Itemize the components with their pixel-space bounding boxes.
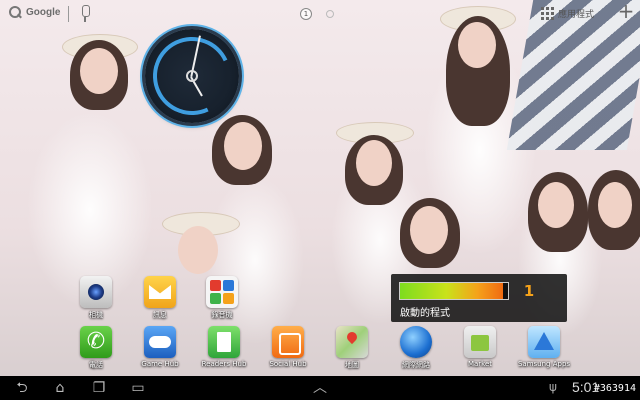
social-hub-icon xyxy=(272,326,304,358)
task-usage-fill xyxy=(400,283,503,299)
active-app-count: 1 xyxy=(523,282,535,300)
app-messages[interactable]: 訊息 xyxy=(130,276,190,320)
usb-icon: ψ xyxy=(549,380,557,394)
recent-apps-icon[interactable]: ❐ xyxy=(90,380,108,396)
apps-label: 應用程式 xyxy=(558,9,595,20)
maps-icon xyxy=(336,326,368,358)
system-bar: ⮌ ⌂ ❐ ▭ ︿ ψ 5:01 xyxy=(0,376,640,400)
task-manager-widget[interactable]: 1 啟動的程式 xyxy=(391,274,567,322)
app-label: 相機 xyxy=(89,311,103,319)
app-label: Readers Hub xyxy=(201,360,247,368)
chevron-up-icon[interactable]: ︿ xyxy=(310,379,330,397)
active-apps-label: 啟動的程式 xyxy=(400,308,450,319)
face-decoration xyxy=(178,226,218,274)
app-label: 電話 xyxy=(89,361,103,369)
app-camera[interactable]: 相機 xyxy=(66,276,126,320)
app-label: 錄音機 xyxy=(211,311,233,319)
apps-button[interactable]: 應用程式 xyxy=(540,6,594,20)
app-label: 地圖 xyxy=(345,361,359,369)
search-divider xyxy=(68,6,69,22)
game-hub-icon xyxy=(144,326,176,358)
app-social-hub[interactable]: Social Hub xyxy=(258,326,318,368)
app-label: Market xyxy=(467,360,493,368)
app-phone[interactable]: 電話 xyxy=(66,326,126,370)
search-icon[interactable] xyxy=(8,5,22,19)
apps-grid-icon xyxy=(540,6,554,20)
face-decoration xyxy=(538,182,574,228)
app-samsung-apps[interactable]: Samsung Apps xyxy=(514,326,574,368)
face-decoration xyxy=(410,206,448,254)
page-indicator-dot[interactable] xyxy=(326,10,334,18)
readers-hub-icon xyxy=(208,326,240,358)
clock-center xyxy=(186,70,198,82)
google-label: Google xyxy=(26,6,61,18)
analog-clock-widget[interactable] xyxy=(142,26,242,126)
app-maps[interactable]: 地圖 xyxy=(322,326,382,370)
app-label: Social Hub xyxy=(269,360,307,368)
samsung-apps-icon xyxy=(528,326,560,358)
screenshot-icon[interactable]: ▭ xyxy=(128,380,148,396)
app-label: Game Hub xyxy=(141,360,179,368)
watermark: #363914 xyxy=(593,383,636,394)
camera-icon xyxy=(80,276,112,308)
recorder-icon xyxy=(206,276,238,308)
app-recorder[interactable]: 錄音機 xyxy=(192,276,252,320)
messages-icon xyxy=(144,276,176,308)
face-decoration xyxy=(224,122,262,170)
market-icon xyxy=(464,326,496,358)
app-browser[interactable]: 網際網路 xyxy=(386,326,446,370)
back-icon[interactable]: ⮌ xyxy=(14,380,30,396)
google-search-bar[interactable]: Google xyxy=(8,5,60,19)
face-decoration xyxy=(458,22,496,68)
app-label: 網際網路 xyxy=(402,361,430,369)
face-decoration xyxy=(598,182,632,228)
top-bar: Google 1 應用程式 + xyxy=(0,0,640,28)
add-widget-button[interactable]: + xyxy=(616,1,636,22)
app-market[interactable]: Market xyxy=(450,326,510,368)
app-game-hub[interactable]: Game Hub xyxy=(130,326,190,368)
page-indicator: 1 xyxy=(300,8,334,20)
app-label: 訊息 xyxy=(153,311,167,319)
phone-icon xyxy=(80,326,112,358)
browser-icon xyxy=(400,326,432,358)
microphone-icon[interactable] xyxy=(80,5,90,23)
face-decoration xyxy=(80,48,118,94)
page-indicator-active[interactable]: 1 xyxy=(300,8,312,20)
task-usage-bar xyxy=(399,282,509,300)
app-label: Samsung Apps xyxy=(517,360,571,368)
face-decoration xyxy=(356,140,392,186)
home-icon[interactable]: ⌂ xyxy=(50,380,70,396)
app-readers-hub[interactable]: Readers Hub xyxy=(194,326,254,368)
